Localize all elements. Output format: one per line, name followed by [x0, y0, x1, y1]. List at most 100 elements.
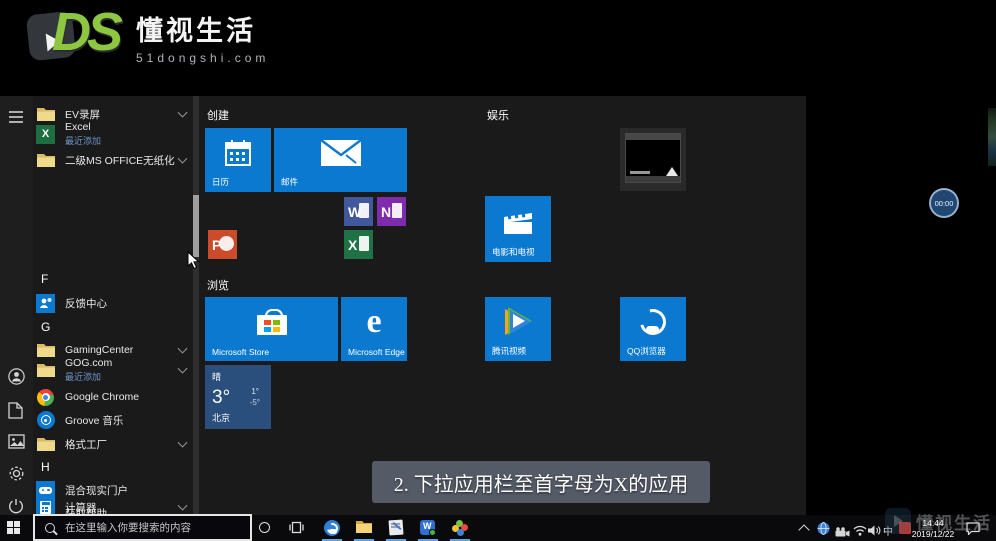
folder-icon	[36, 435, 55, 454]
taskbar-notes-app-icon[interactable]	[388, 519, 404, 536]
excel-letter: X	[348, 237, 358, 253]
tile-calendar[interactable]: 日历	[205, 128, 271, 192]
action-center-icon[interactable]	[966, 522, 982, 538]
taskbar-w-app-icon[interactable]: W	[420, 520, 436, 536]
scrollbar-thumb[interactable]	[193, 195, 199, 257]
taskbar-qq-browser-icon[interactable]	[324, 520, 340, 536]
onenote-page-icon	[392, 203, 402, 218]
excel-page-icon	[359, 236, 369, 251]
app-item-groove-music[interactable]: Groove 音乐	[36, 409, 192, 431]
taskbar-file-explorer-icon[interactable]	[356, 520, 372, 536]
search-icon	[45, 522, 55, 533]
excel-icon: X	[36, 124, 55, 144]
search-input[interactable]	[63, 520, 237, 535]
mail-icon	[274, 128, 407, 178]
task-view-icon[interactable]	[289, 521, 305, 537]
start-menu: EV录屏 X Excel 最近添加 二级MS OFFICE无纸化考试模拟...	[0, 96, 806, 541]
taskbar-clock[interactable]: 14:44 2019/12/22	[903, 518, 963, 539]
app-item-label: 格式工厂	[65, 438, 107, 451]
documents-icon[interactable]	[8, 402, 25, 419]
weather-city: 北京	[212, 413, 231, 423]
tile-microsoft-store[interactable]: Microsoft Store	[205, 297, 338, 361]
movies-tv-icon	[485, 196, 551, 248]
tile-group-create[interactable]: 创建	[207, 107, 229, 123]
weather-condition: 晴	[212, 372, 222, 382]
tile-mail[interactable]: 邮件	[274, 128, 407, 192]
recording-timer[interactable]: 00:00	[929, 188, 959, 218]
app-item-subtitle: 最近添加	[65, 372, 102, 382]
weather-low: -5°	[249, 398, 260, 407]
tile-app-preview[interactable]	[620, 128, 686, 191]
app-item-label: GamingCenter	[65, 344, 134, 356]
tray-show-hidden-icons[interactable]	[798, 524, 810, 536]
tile-movies-tv[interactable]: 电影和电视	[485, 196, 551, 262]
tray-recorder-camera-icon[interactable]	[835, 524, 851, 540]
powerpoint-letter: P	[212, 237, 222, 253]
app-item-feedback-hub[interactable]	[36, 196, 192, 218]
settings-gear-icon[interactable]	[8, 465, 25, 482]
app-item-label: 二级MS OFFICE无纸化考试模拟...	[65, 154, 175, 167]
chevron-down-icon[interactable]	[177, 500, 188, 511]
clock-date: 2019/12/22	[911, 528, 955, 539]
preview-window	[625, 133, 681, 183]
app-item-subtitle: 最近添加	[65, 136, 102, 146]
chevron-down-icon[interactable]	[177, 107, 188, 118]
chevron-down-icon[interactable]	[177, 437, 188, 448]
chrome-icon	[36, 388, 55, 407]
tile-group-browse[interactable]: 浏览	[207, 277, 229, 293]
mouse-cursor	[187, 250, 200, 275]
cortana-icon[interactable]	[259, 522, 275, 538]
chevron-down-icon[interactable]	[177, 153, 188, 164]
section-letter-g[interactable]: G	[41, 320, 50, 334]
taskbar: W 中	[0, 514, 996, 541]
edge-logo: e	[366, 303, 382, 340]
clock-time: 14:44	[922, 518, 944, 528]
brand-play-badge: DS	[25, 2, 123, 67]
app-item-label: Groove 音乐	[65, 414, 124, 427]
hamburger-menu-icon[interactable]	[8, 110, 25, 127]
start-button[interactable]	[7, 521, 21, 535]
chevron-down-icon[interactable]	[177, 363, 188, 374]
tray-wifi-icon[interactable]	[853, 523, 869, 539]
tile-qq-browser[interactable]: QQ浏览器	[620, 297, 686, 361]
app-item-excel[interactable]: X Excel 最近添加	[36, 121, 192, 147]
tile-powerpoint[interactable]: P	[208, 230, 237, 259]
taskbar-petal-app-icon[interactable]	[452, 520, 468, 536]
tile-group-entertainment[interactable]: 娱乐	[487, 107, 509, 123]
tile-microsoft-edge[interactable]: e Microsoft Edge	[341, 297, 407, 361]
app-list-scrollbar[interactable]	[193, 96, 199, 515]
taskbar-search-box[interactable]	[33, 514, 252, 541]
brand-initials: DS	[52, 2, 123, 62]
tile-tencent-video[interactable]: 腾讯视频	[485, 297, 551, 361]
app-item-label: 计算器	[65, 501, 97, 514]
screen: DS 懂视生活 51dongshi.com EV录屏 X Excel 最近添加 …	[0, 0, 996, 541]
user-account-icon[interactable]	[8, 368, 25, 385]
app-item-gog[interactable]: GOG.com 最近添加	[36, 357, 192, 383]
weather-temp: 3°	[212, 387, 231, 408]
tray-volume-icon[interactable]	[868, 523, 884, 539]
app-item-label: Excel	[65, 121, 91, 133]
chevron-down-icon[interactable]	[177, 343, 188, 354]
section-letter-h[interactable]: H	[41, 460, 50, 474]
brand-name: 懂视生活	[136, 16, 256, 46]
tray-network-globe-icon[interactable]	[817, 522, 833, 538]
folder-icon	[36, 151, 55, 170]
section-letter-f[interactable]: F	[41, 272, 48, 286]
app-item-format-factory[interactable]: 格式工厂	[36, 433, 192, 455]
desktop-edge-artifact	[988, 108, 996, 166]
groove-music-icon	[36, 411, 55, 430]
tray-ime-indicator[interactable]: 中	[883, 523, 893, 538]
weather-high: 1°	[251, 387, 259, 396]
pictures-icon[interactable]	[8, 434, 25, 451]
tutorial-subtitle: 2. 下拉应用栏至首字母为X的应用	[372, 461, 710, 503]
app-item-ms-office-exam[interactable]: 二级MS OFFICE无纸化考试模拟...	[36, 149, 192, 171]
tile-onenote[interactable]: N	[377, 197, 406, 226]
power-icon[interactable]	[8, 498, 25, 515]
app-item-label: GOG.com	[65, 357, 113, 369]
start-menu-rail	[0, 96, 33, 515]
tile-word[interactable]: W	[344, 197, 373, 226]
tile-weather[interactable]: 晴 3° 1° -5° 北京	[205, 365, 271, 429]
app-item-label: EV录屏	[65, 108, 101, 121]
tile-excel[interactable]: X	[344, 230, 373, 259]
app-item-google-chrome[interactable]: Google Chrome	[36, 386, 192, 408]
